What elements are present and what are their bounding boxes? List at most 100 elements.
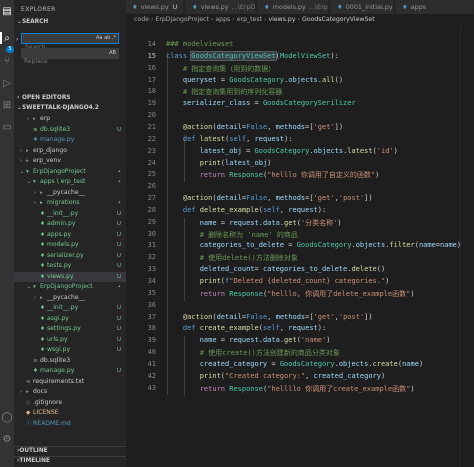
- breadcrumb-item[interactable]: views.py: [268, 16, 295, 23]
- code-area[interactable]: ### modelviewset class GoodsCategoryViewS…: [166, 26, 474, 467]
- extensions-icon[interactable]: ⊞: [1, 100, 13, 112]
- tree-item[interactable]: ♦ apps.py U: [14, 230, 126, 241]
- tree-item[interactable]: ♦ settings.py U: [14, 324, 126, 335]
- tree-item[interactable]: › ▸ erp: [14, 114, 126, 125]
- tree-item[interactable]: ≡ db.sqlite3 U: [14, 125, 126, 136]
- explorer-icon[interactable]: ▤: [1, 6, 13, 18]
- file-icon: ♦: [33, 137, 38, 143]
- file-icon: ▸: [26, 147, 29, 154]
- tree-item[interactable]: ⌄ ▾ ErpDjangoProject •: [14, 282, 126, 293]
- breadcrumb-item[interactable]: apps: [215, 16, 230, 23]
- tree-item[interactable]: › ▸ __pycache__: [14, 293, 126, 304]
- file-icon: ♦: [40, 273, 45, 280]
- git-status-badge: U: [116, 242, 121, 248]
- tab-4[interactable]: ♦ apps: [396, 0, 474, 14]
- tree-item[interactable]: › ▸ erp_django: [14, 146, 126, 157]
- file-icon: ⓘ: [26, 420, 32, 427]
- tree-item[interactable]: › ▸ migrations •: [14, 198, 126, 209]
- tree-item-label: wsgi.py: [47, 346, 71, 353]
- tree-item[interactable]: ⌄ ▾ apps \ erp_test •: [14, 177, 126, 188]
- tree-item-label: apps.py: [47, 230, 72, 238]
- search-options[interactable]: Aa ab .*: [96, 35, 116, 41]
- tree-item[interactable]: ♦ models.py U: [14, 240, 126, 251]
- replace-input[interactable]: [21, 56, 91, 67]
- search-section-header[interactable]: ⌄SEARCH: [14, 18, 126, 27]
- git-status-badge: U: [116, 273, 121, 280]
- tree-item[interactable]: ♦ __init__.py U: [14, 209, 126, 220]
- file-icon: ♦: [40, 242, 45, 248]
- tab-1[interactable]: ♦views.py...\ErpDjangoProject\...U: [186, 0, 256, 14]
- code-line: serializer_class = GoodsCategorySerilize…: [182, 99, 356, 108]
- tree-item-label: migrations: [47, 199, 80, 206]
- tree-item[interactable]: › ▸ docs: [14, 387, 126, 398]
- line-number: 16: [147, 63, 156, 72]
- tree-item[interactable]: ♦ __init__.py U: [14, 303, 126, 314]
- tree-item[interactable]: ♦ urls.py U: [14, 335, 126, 346]
- file-icon: ≡: [33, 357, 38, 364]
- search-icon[interactable]: ⌕: [1, 33, 13, 45]
- python-file-icon: ♦: [337, 3, 343, 11]
- tree-item[interactable]: ≡ requirements.txt: [14, 377, 126, 388]
- tree-item[interactable]: ♦ serializer.py U: [14, 251, 126, 262]
- file-icon: ♦: [40, 263, 45, 269]
- code-line: categories_to_delete = GoodsCategory.obj…: [199, 241, 462, 250]
- tree-item-label: docs: [33, 388, 48, 395]
- tree-item[interactable]: ♦ tests.py U: [14, 261, 126, 272]
- file-icon: ≡: [33, 126, 38, 133]
- open-editors-header[interactable]: › OPEN EDITORS: [14, 94, 126, 103]
- tree-item[interactable]: › ▸ __pycache__: [14, 188, 126, 199]
- breadcrumb-item[interactable]: erp_test: [237, 16, 262, 23]
- tab-label: models.py: [272, 3, 306, 11]
- git-status-badge: •: [117, 179, 121, 185]
- tree-item[interactable]: › ▸ erp_venv: [14, 156, 126, 167]
- tree-item[interactable]: ◇ .gitignore: [14, 398, 126, 409]
- breadcrumb-separator-icon: ›: [210, 16, 214, 23]
- tab-0[interactable]: ♦ views.py U: [126, 0, 184, 14]
- run-debug-icon[interactable]: ▷: [1, 78, 13, 90]
- tree-item[interactable]: ♦ asgi.py U: [14, 314, 126, 325]
- timeline-header[interactable]: ›TIMELINE: [14, 456, 126, 465]
- line-number: 14: [147, 40, 156, 48]
- tree-item[interactable]: ♦ admin.py U: [14, 219, 126, 230]
- file-icon: ♦: [40, 315, 45, 322]
- file-icon: ≡: [26, 378, 31, 385]
- tree-item[interactable]: ♦ wsgi.py U: [14, 345, 126, 356]
- tab-3[interactable]: ♦0001_initial.pyU: [331, 0, 394, 14]
- tree-item[interactable]: ♦ manage.py U: [14, 366, 126, 377]
- tree-item[interactable]: ≡ db.sqlite3: [14, 356, 126, 367]
- tree-item-label: erp_venv: [33, 157, 61, 164]
- file-icon: ▸: [26, 389, 29, 395]
- workspace-header[interactable]: ⌄SWEETTALK-DJANGO4.2: [14, 104, 126, 113]
- tab-2[interactable]: ♦models.py...\ErpDjangoProject\...U: [258, 0, 329, 14]
- code-editor[interactable]: 14 15 16 17 18 19 20 21 22 23 24 25 26 27 28 29 30 31 32 33…: [126, 26, 474, 467]
- tree-item[interactable]: ♦ manage.py: [14, 135, 126, 146]
- tree-item[interactable]: ⌄ ▾ ErpDjangoProject •: [14, 167, 126, 178]
- file-icon: ◆: [26, 410, 31, 416]
- sidebar: EXPLORER ⌄SEARCH › Aa ab .* AB ›OPEN EDI…: [14, 0, 126, 467]
- line-number: 19: [147, 99, 156, 108]
- remote-icon[interactable]: ▭: [1, 122, 13, 134]
- sidebar-title: EXPLORER: [21, 6, 56, 13]
- account-icon[interactable]: ◯: [1, 412, 13, 424]
- breadcrumb-item[interactable]: code: [134, 16, 149, 23]
- breadcrumb-item[interactable]: GoodsCategoryViewSet: [302, 16, 375, 23]
- line-number: 15: [147, 51, 156, 60]
- minimap[interactable]: [460, 26, 474, 467]
- tree-item-label: __init__.py: [47, 209, 79, 217]
- line-number: 30: [147, 229, 156, 238]
- replace-all-button[interactable]: AB: [109, 50, 116, 56]
- tree-item-label: ErpDjangoProject: [40, 283, 93, 290]
- settings-icon[interactable]: ⚙: [1, 434, 13, 446]
- vscode-window: ▤ ⌕ ⑂ 5 ▷ ⊞ ▭ ◯ ⚙ EXPLORER ⌄SEARCH › Aa …: [0, 0, 474, 467]
- line-number: 25: [147, 170, 156, 179]
- tree-item[interactable]: ♦ views.py U: [14, 271, 126, 282]
- outline-header[interactable]: ›OUTLINE: [14, 446, 126, 455]
- tree-item[interactable]: ◆ LICENSE: [14, 408, 126, 419]
- tree-item-label: __pycache__: [47, 293, 85, 301]
- search-box: Aa ab .*: [21, 33, 119, 52]
- breadcrumb-item[interactable]: ErpDjangoProject: [155, 16, 208, 23]
- toggle-replace-icon[interactable]: ›: [16, 36, 18, 43]
- tree-item[interactable]: ⓘREADME.md: [14, 419, 126, 430]
- source-control-icon[interactable]: ⑂: [1, 56, 13, 68]
- line-number: 31: [147, 241, 156, 250]
